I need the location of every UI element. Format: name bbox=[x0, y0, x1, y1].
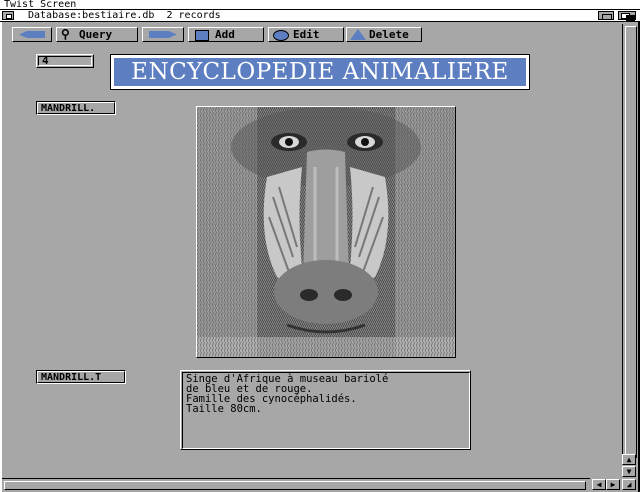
zoom-gadget-icon[interactable] bbox=[598, 11, 614, 20]
window-title-bar[interactable]: Database:bestiaire.db 2 records bbox=[0, 10, 640, 22]
record-count: 2 records bbox=[166, 10, 221, 21]
banner-title: ENCYCLOPEDIE ANIMALIERE bbox=[114, 58, 526, 86]
banner: ENCYCLOPEDIE ANIMALIERE bbox=[110, 54, 530, 90]
window-title: Database:bestiaire.db 2 records bbox=[28, 10, 221, 21]
add-square-icon bbox=[195, 30, 209, 41]
horizontal-scrollbar[interactable] bbox=[2, 478, 590, 490]
toolbar: ⚲ Query Add Edit Delete bbox=[2, 24, 618, 44]
resize-gadget-icon[interactable]: ◢ bbox=[622, 479, 636, 490]
edit-button-label: Edit bbox=[293, 28, 320, 41]
delete-button-label: Delete bbox=[369, 28, 409, 41]
query-button-label: Query bbox=[79, 28, 113, 41]
edit-button[interactable]: Edit bbox=[268, 27, 344, 42]
edit-oval-icon bbox=[273, 30, 289, 41]
screen-title-bar[interactable]: Twist Screen bbox=[0, 0, 640, 10]
delete-button[interactable]: Delete bbox=[346, 27, 422, 42]
close-gadget-icon[interactable] bbox=[2, 11, 14, 20]
horizontal-scroll-knob[interactable] bbox=[4, 481, 586, 490]
arrow-left-icon bbox=[19, 31, 45, 38]
image-field-label: MANDRILL. bbox=[36, 101, 116, 115]
scroll-left-icon[interactable]: ◀ bbox=[592, 479, 606, 490]
animal-photo[interactable] bbox=[196, 106, 456, 358]
previous-record-button[interactable] bbox=[12, 27, 52, 42]
vertical-scroll-knob[interactable] bbox=[625, 26, 637, 458]
add-button[interactable]: Add bbox=[188, 27, 264, 42]
delete-triangle-icon bbox=[350, 29, 366, 40]
scroll-right-icon[interactable]: ▶ bbox=[606, 479, 620, 490]
scroll-down-icon[interactable]: ▼ bbox=[622, 466, 636, 477]
next-record-button[interactable] bbox=[142, 27, 184, 42]
query-button[interactable]: ⚲ Query bbox=[56, 27, 138, 42]
record-number-field[interactable]: 4 bbox=[36, 54, 94, 68]
mandrill-image bbox=[197, 107, 455, 357]
description-text: Singe d'Afrique à museau bariolé de bleu… bbox=[182, 372, 470, 449]
arrow-right-icon bbox=[149, 31, 177, 38]
query-icon: ⚲ bbox=[61, 27, 70, 41]
text-field-label: MANDRILL.T bbox=[36, 370, 126, 384]
record-number: 4 bbox=[42, 54, 49, 67]
scroll-up-icon[interactable]: ▲ bbox=[622, 454, 636, 465]
add-button-label: Add bbox=[215, 28, 235, 41]
screen-title: Twist Screen bbox=[4, 0, 77, 10]
description-textarea[interactable]: Singe d'Afrique à museau bariolé de bleu… bbox=[180, 370, 471, 450]
vertical-scrollbar[interactable] bbox=[622, 24, 638, 464]
depth-gadget-icon[interactable] bbox=[618, 11, 636, 21]
